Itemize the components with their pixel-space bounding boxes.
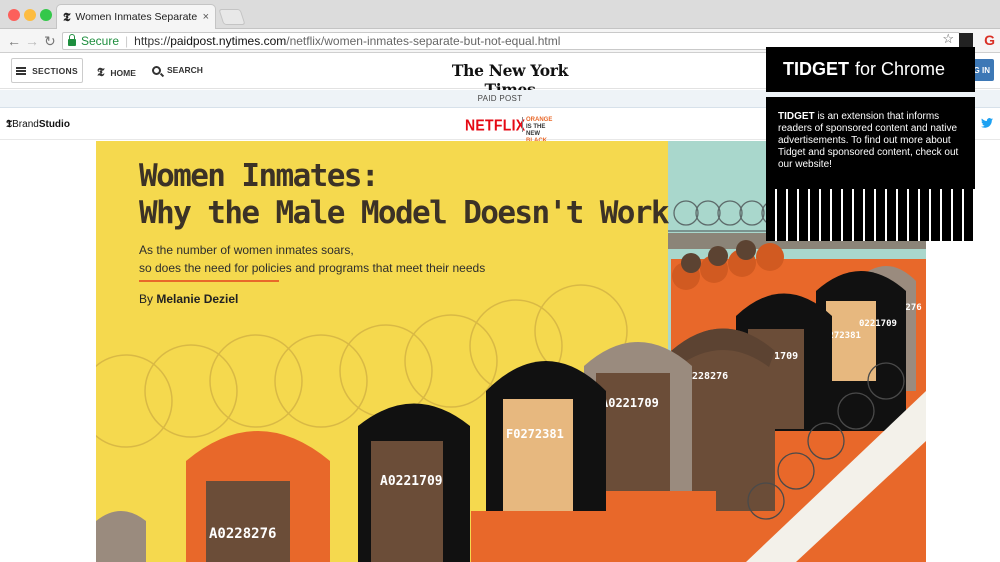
url-host: paidpost.nytimes.com — [170, 34, 287, 48]
lock-icon — [68, 34, 76, 46]
brand-studio-logo[interactable]: 𝕿BrandStudio — [6, 119, 70, 130]
tidget-title-rest: for Chrome — [855, 59, 946, 79]
close-window-button[interactable] — [8, 9, 20, 21]
home-button[interactable]: 𝕿 HOME — [97, 65, 136, 80]
article-byline: By Melanie Deziel — [139, 292, 238, 306]
maximize-window-button[interactable] — [40, 9, 52, 21]
search-icon — [152, 65, 161, 75]
sections-label: SECTIONS — [32, 65, 78, 76]
inmate-number-label: 0221709 — [859, 319, 897, 329]
url-path: /netflix/women-inmates-separate-but-not-… — [286, 34, 561, 48]
inmate-number-label: A0221709 — [601, 396, 659, 410]
nyt-t-icon: 𝕿 — [97, 65, 105, 79]
url-text: https://paidpost.nytimes.com/netflix/wom… — [134, 34, 560, 48]
headline-divider — [139, 280, 279, 282]
forward-arrow-icon[interactable]: → — [25, 33, 39, 49]
search-label: SEARCH — [167, 65, 203, 75]
tidget-description: TIDGET is an extension that informs read… — [766, 97, 975, 189]
oitnb-logo[interactable]: ORANGE IS THE NEW BLACK — [522, 117, 558, 144]
minimize-window-button[interactable] — [24, 9, 36, 21]
sections-button[interactable]: SECTIONS — [11, 58, 83, 83]
brand-studio-studio: Studio — [38, 119, 70, 130]
reload-icon[interactable]: ↻ — [44, 33, 56, 49]
brand-studio-brand: Brand — [12, 119, 39, 130]
headline-line-1: Women Inmates: — [139, 158, 379, 194]
nyt-favicon-icon: 𝕿 — [63, 9, 71, 24]
inmate-number-label: F0272381 — [506, 427, 564, 441]
tidget-title-bold: TIDGET — [783, 59, 849, 79]
article-headline: Women Inmates: Why the Male Model Doesn'… — [139, 158, 670, 232]
new-tab-button[interactable] — [218, 9, 246, 25]
tidget-popup: TIDGET for Chrome TIDGET is an extension… — [766, 47, 975, 241]
bookmark-star-icon[interactable]: ☆ — [942, 31, 954, 47]
back-arrow-icon[interactable]: ← — [7, 33, 21, 49]
browser-tab-bar: 𝕿 Women Inmates Separate But × — [0, 0, 1000, 29]
byline-prefix: By — [139, 292, 154, 306]
twitter-icon[interactable] — [981, 118, 993, 131]
hamburger-menu-icon — [16, 66, 27, 75]
home-label: HOME — [110, 67, 136, 78]
subhead-line-1: As the number of women inmates soars, — [139, 243, 354, 257]
inmate-number-label: 0228276 — [686, 371, 728, 382]
tidget-body-bold: TIDGET — [778, 111, 815, 122]
byline-author[interactable]: Melanie Deziel — [156, 292, 238, 306]
url-separator: | — [125, 34, 129, 48]
inmate-number-label: A0228276 — [209, 526, 276, 542]
tab-title: Women Inmates Separate But — [75, 11, 199, 23]
tidget-barcode-graphic — [766, 189, 975, 241]
tab-close-icon[interactable]: × — [203, 11, 209, 23]
url-scheme: https:// — [134, 34, 171, 48]
headline-line-2: Why the Male Model Doesn't Work — [139, 195, 670, 231]
subhead-line-2: so does the need for policies and progra… — [139, 261, 486, 275]
tidget-extension-icon[interactable] — [959, 33, 973, 47]
oitnb-line-2: IS THE NEW — [526, 124, 546, 137]
netflix-logo[interactable]: NETFLIX — [465, 116, 525, 134]
secure-label: Secure — [81, 34, 120, 48]
inmate-number-label: A0221709 — [380, 474, 443, 489]
tidget-title: TIDGET for Chrome — [766, 47, 975, 92]
browser-tab-active[interactable]: 𝕿 Women Inmates Separate But × — [56, 4, 216, 29]
article-subhead: As the number of women inmates soars, so… — [139, 241, 485, 277]
extension-icon[interactable]: G — [984, 32, 995, 48]
oitnb-line-1: ORANGE — [526, 117, 553, 123]
search-button[interactable]: SEARCH — [152, 65, 203, 75]
